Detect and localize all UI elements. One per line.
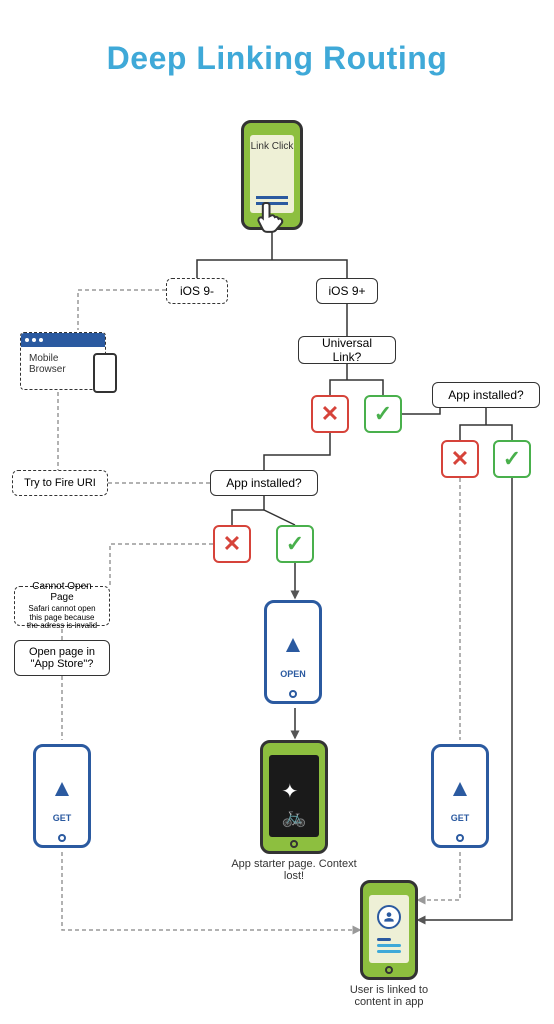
node-cannot-open: Cannot Open Page Safari cannot open this…: [14, 586, 110, 626]
start-phone: Link Click: [241, 120, 303, 230]
node-ios9-plus: iOS 9+: [316, 278, 378, 304]
link-click-label: Link Click: [250, 141, 294, 152]
open-app-phone: ▲ OPEN: [264, 600, 322, 704]
hand-pointer-icon: [252, 198, 292, 238]
app-installed-right-yes: ✓: [493, 440, 531, 478]
cannot-open-title: Cannot Open Page: [25, 581, 99, 603]
node-app-installed-right: App installed?: [432, 382, 540, 408]
app-store-icon: ▲: [281, 631, 305, 659]
bike-icon: ✦🚲: [282, 779, 307, 829]
get-app-phone-left: ▲ GET: [33, 744, 91, 848]
app-installed-left-no: ✕: [213, 525, 251, 563]
universal-link-yes: ✓: [364, 395, 402, 433]
node-app-installed-left: App installed?: [210, 470, 318, 496]
cannot-open-detail: Safari cannot open this page because the…: [25, 605, 99, 631]
starter-page-phone: ✦🚲: [260, 740, 328, 854]
app-store-icon: ▲: [50, 775, 74, 803]
open-label: OPEN: [273, 669, 313, 679]
node-open-in-appstore: Open page in "App Store"?: [14, 640, 110, 676]
deeplink-result-phone: [360, 880, 418, 980]
get-label-left: GET: [42, 813, 82, 823]
mobile-browser-box: Mobile Browser: [20, 332, 106, 390]
deeplink-caption: User is linked to content in app: [334, 984, 444, 1008]
content-lines-icon: [377, 935, 401, 953]
node-try-fire-uri: Try to Fire URI: [12, 470, 108, 496]
browser-phone-icon: [93, 353, 117, 393]
user-avatar-icon: [377, 905, 401, 929]
app-installed-left-yes: ✓: [276, 525, 314, 563]
app-installed-right-no: ✕: [441, 440, 479, 478]
starter-caption: App starter page. Context lost!: [230, 858, 358, 882]
page-title: Deep Linking Routing: [0, 40, 554, 77]
universal-link-no: ✕: [311, 395, 349, 433]
app-store-icon: ▲: [448, 775, 472, 803]
mobile-browser-label: Mobile Browser: [29, 353, 66, 375]
node-universal-link: Universal Link?: [298, 336, 396, 364]
get-label-right: GET: [440, 813, 480, 823]
node-ios9-minus: iOS 9-: [166, 278, 228, 304]
get-app-phone-right: ▲ GET: [431, 744, 489, 848]
